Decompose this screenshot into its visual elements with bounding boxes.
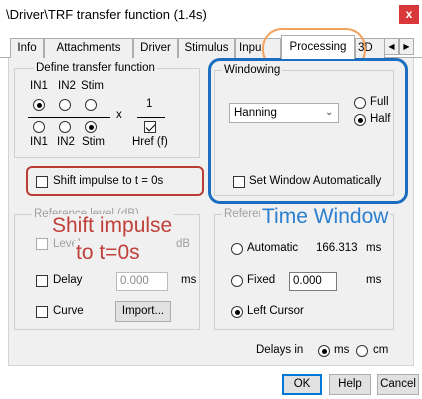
- shift-impulse-annotation-line1: Shift impulse: [50, 214, 175, 238]
- delay-label: Delay: [53, 274, 83, 286]
- fixed-unit: ms: [366, 274, 382, 286]
- bottom-label-in2: IN2: [57, 136, 75, 148]
- delays-cm-radio[interactable]: [356, 345, 368, 357]
- time-window-annotation: Time Window: [260, 205, 391, 229]
- bottom-label-in1: IN1: [30, 136, 48, 148]
- top-label-in1: IN1: [30, 80, 48, 92]
- automatic-radio[interactable]: [231, 243, 243, 255]
- ok-button[interactable]: OK: [282, 374, 322, 395]
- delays-ms-radio[interactable]: [318, 345, 330, 357]
- denominator-radio-stim[interactable]: [85, 121, 97, 133]
- tab-stimulus[interactable]: Stimulus: [178, 38, 235, 58]
- denominator-radio-in2[interactable]: [59, 121, 71, 133]
- numerator-radio-stim[interactable]: [85, 99, 97, 111]
- arrow-right-icon: ▶: [403, 42, 410, 51]
- fixed-label: Fixed: [247, 274, 276, 286]
- automatic-unit: ms: [366, 242, 382, 254]
- tab-label: Info: [17, 42, 37, 54]
- delays-in-label: Delays in: [256, 344, 304, 356]
- close-button[interactable]: x: [399, 5, 419, 24]
- curve-checkbox[interactable]: [36, 306, 48, 318]
- automatic-value: 166.313: [316, 242, 358, 254]
- automatic-label: Automatic: [247, 242, 299, 254]
- help-button[interactable]: Help: [329, 374, 371, 395]
- top-label-stim: Stim: [81, 80, 104, 92]
- tab-driver[interactable]: Driver: [133, 38, 178, 58]
- arrow-left-icon: ◀: [388, 42, 395, 51]
- fraction-line-right: [137, 117, 165, 118]
- numerator-radio-in2[interactable]: [59, 99, 71, 111]
- denominator-radio-in1[interactable]: [33, 121, 45, 133]
- tab-label: Processing: [289, 41, 347, 53]
- delay-input[interactable]: 0.000: [116, 272, 168, 291]
- window-title: \Driver\TRF transfer function (1.4s): [6, 7, 207, 22]
- numerator-radio-in1[interactable]: [33, 99, 45, 111]
- fraction-line-left: [28, 117, 110, 118]
- delay-checkbox[interactable]: [36, 275, 48, 287]
- delays-ms-label: ms: [334, 344, 350, 356]
- time-window-highlight: [208, 58, 408, 204]
- define-transfer-function-legend: Define transfer function: [34, 62, 157, 74]
- curve-label: Curve: [53, 305, 84, 317]
- tab-scroll-left-button[interactable]: ◀: [384, 38, 399, 55]
- shift-impulse-highlight: [26, 166, 204, 196]
- delay-unit: ms: [181, 274, 197, 286]
- left-cursor-label: Left Cursor: [247, 305, 304, 317]
- import-button[interactable]: Import...: [115, 301, 171, 322]
- title-bar: \Driver\TRF transfer function (1.4s) x: [0, 0, 422, 30]
- bottom-label-stim: Stim: [82, 136, 105, 148]
- numerator-one: 1: [146, 98, 153, 110]
- cancel-button[interactable]: Cancel: [377, 374, 419, 395]
- left-cursor-radio[interactable]: [231, 306, 243, 318]
- tab-label: Attachments: [56, 42, 121, 54]
- top-label-in2: IN2: [58, 80, 76, 92]
- level-checkbox[interactable]: [36, 238, 48, 250]
- tab-scroll-right-button[interactable]: ▶: [399, 38, 414, 55]
- tab-label: Driver: [140, 42, 171, 54]
- tab-label: Stimulus: [184, 42, 229, 54]
- level-unit: dB: [176, 238, 191, 250]
- shift-impulse-annotation-line2: to t=0s: [74, 241, 142, 265]
- tab-info[interactable]: Info: [10, 38, 44, 58]
- times-sign: x: [116, 109, 122, 121]
- tab-label: Inpu: [239, 42, 262, 54]
- href-checkbox[interactable]: [144, 121, 156, 133]
- fixed-radio[interactable]: [231, 275, 243, 287]
- href-label: Href (f): [132, 136, 168, 148]
- fixed-input[interactable]: 0.000: [289, 272, 337, 291]
- delays-cm-label: cm: [373, 344, 389, 356]
- tab-processing[interactable]: Processing: [281, 35, 355, 59]
- close-icon: x: [405, 7, 413, 21]
- tab-attachments[interactable]: Attachments: [44, 38, 133, 58]
